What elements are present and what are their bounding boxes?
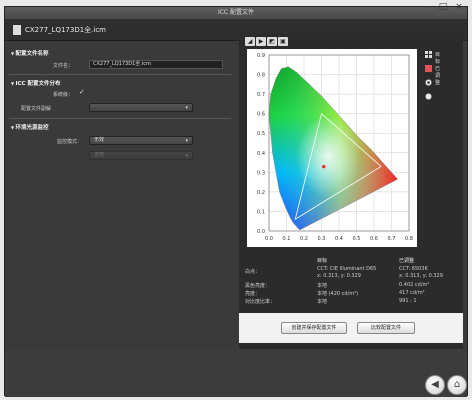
black-level-adjusted: 0.402 cd/m² (399, 282, 430, 288)
divider (9, 118, 231, 119)
white-adjusted-cct: CCT: 6503K (399, 266, 428, 272)
chevron-down-icon: ▾ (185, 105, 188, 111)
icc-profile-window: ICC 配置文件 – □ × CX277_LQ173D1全.icm 配置文件名称… (4, 2, 468, 397)
section-distribution[interactable]: ICC 配置文件分布 (11, 79, 60, 87)
system-level-checkbox[interactable]: ✓ (79, 88, 85, 96)
document-icon (13, 25, 21, 35)
y-tick-label: 0.1 (257, 209, 265, 215)
section-profile-name[interactable]: 配置文件名称 (11, 49, 48, 57)
y-tick-label: 0.8 (257, 73, 265, 79)
white-target-cct: CCT: CIE Illuminant D65 (317, 266, 377, 272)
tab-curve[interactable]: ◢ (245, 37, 255, 46)
window-controls: – □ × (419, 1, 467, 13)
y-tick-label: 0.6 (257, 112, 265, 118)
x-tick-label: 0.0 (265, 236, 273, 242)
action-bar: 创建并保存配置文件 比较配置文件 (239, 313, 463, 343)
compare-profile-button[interactable]: 比较配置文件 (357, 322, 415, 334)
home-button[interactable]: ⌂ (447, 375, 467, 395)
col-adjusted-header: 已调整 (399, 258, 415, 264)
y-tick-label: 0.2 (257, 190, 265, 196)
y-tick-label: 0.0 (257, 229, 265, 235)
x-tick-label: 0.6 (370, 236, 378, 242)
x-tick-label: 0.2 (300, 236, 308, 242)
monitor-mode-select[interactable]: 无效 ▾ (89, 136, 193, 145)
chevron-down-icon: ▾ (185, 138, 188, 144)
divider (9, 74, 231, 75)
contrast-adjusted: 991 : 1 (399, 298, 417, 304)
black-level-target: 本地 (317, 283, 328, 289)
x-tick-label: 0.4 (335, 236, 343, 242)
tab-play[interactable]: ▶ (256, 37, 266, 46)
luminance-label: 亮度： (245, 291, 261, 297)
white-point-label: 白点： (245, 269, 261, 275)
legend-adjusted-label: 已调整 (435, 66, 441, 86)
y-tick-label: 0.7 (257, 92, 265, 98)
section-ambient[interactable]: 环境光源监控 (11, 123, 48, 131)
x-tick-label: 0.7 (388, 236, 396, 242)
minimize-button[interactable]: – (419, 1, 435, 13)
monitor-mode-label: 监控模式： (57, 139, 83, 145)
file-name-label: 文件名： (53, 63, 74, 69)
back-button[interactable]: ◀ (425, 375, 445, 395)
file-name-input[interactable]: CX277_LQ173D1全.icm (89, 60, 223, 69)
black-level-label: 黑色亮度： (245, 283, 271, 289)
close-button[interactable]: × (451, 1, 467, 13)
disabled-select: 无效 ▾ (89, 151, 193, 160)
monitor-mode-value: 无效 (94, 137, 105, 143)
y-tick-label: 0.3 (257, 170, 265, 176)
profile-select-label: 配置文件副解 (21, 106, 52, 112)
tab-gamut[interactable]: ◩ (267, 37, 277, 46)
white-point-marker (321, 164, 326, 169)
disabled-select-value: 无效 (94, 152, 105, 158)
profile-select[interactable]: ▾ (89, 103, 193, 112)
square-icon (425, 65, 432, 72)
luminance-adjusted: 417 cd/m² (399, 290, 425, 296)
tab-grid[interactable]: ▣ (278, 37, 288, 46)
x-tick-label: 0.1 (283, 236, 291, 242)
legend-target-label: 目标 (435, 52, 441, 65)
x-tick-label: 0.3 (318, 236, 326, 242)
system-level-label: 系统级： (53, 92, 74, 98)
radio-icon (425, 93, 432, 100)
chevron-down-icon: ▾ (185, 153, 188, 159)
y-tick-label: 0.4 (257, 151, 265, 157)
cie-chromaticity-chart: 0.0 0.1 0.2 0.3 0.4 0.5 0.6 0.7 0.8 0.0 0.1 0.2 0.3 0… (247, 49, 417, 247)
window-title: ICC 配置文件 (5, 7, 467, 19)
contrast-target: 本地 (317, 299, 328, 305)
profile-file-name: CX277_LQ173D1全.icm (25, 26, 106, 34)
profile-info-table: 目标 已调整 白点： CCT: CIE Illuminant D65 x: 0.… (239, 255, 463, 313)
maximize-button[interactable]: □ (435, 1, 451, 13)
contrast-label: 对比度比率： (245, 299, 276, 305)
y-tick-label: 0.5 (257, 131, 265, 137)
settings-panel: 配置文件名称 文件名： CX277_LQ173D1全.icm ICC 配置文件分… (5, 41, 235, 381)
bottom-bar: ◀ ⌂ (5, 349, 467, 397)
save-profile-button[interactable]: 创建并保存配置文件 (281, 322, 347, 334)
luminance-target: 本地 (420 cd/m²) (317, 291, 359, 297)
grid-icon (425, 51, 432, 58)
radio-icon (425, 79, 432, 86)
y-tick-label: 0.9 (257, 53, 265, 59)
x-tick-label: 0.8 (405, 236, 413, 242)
white-target-xy: x: 0.313, y: 0.329 (317, 273, 361, 279)
view-tabs: ◢ ▶ ◩ ▣ (245, 37, 288, 46)
x-tick-label: 0.5 (353, 236, 361, 242)
col-target-header: 目标 (317, 258, 328, 264)
white-adjusted-xy: x: 0.313, y: 0.329 (399, 273, 443, 279)
